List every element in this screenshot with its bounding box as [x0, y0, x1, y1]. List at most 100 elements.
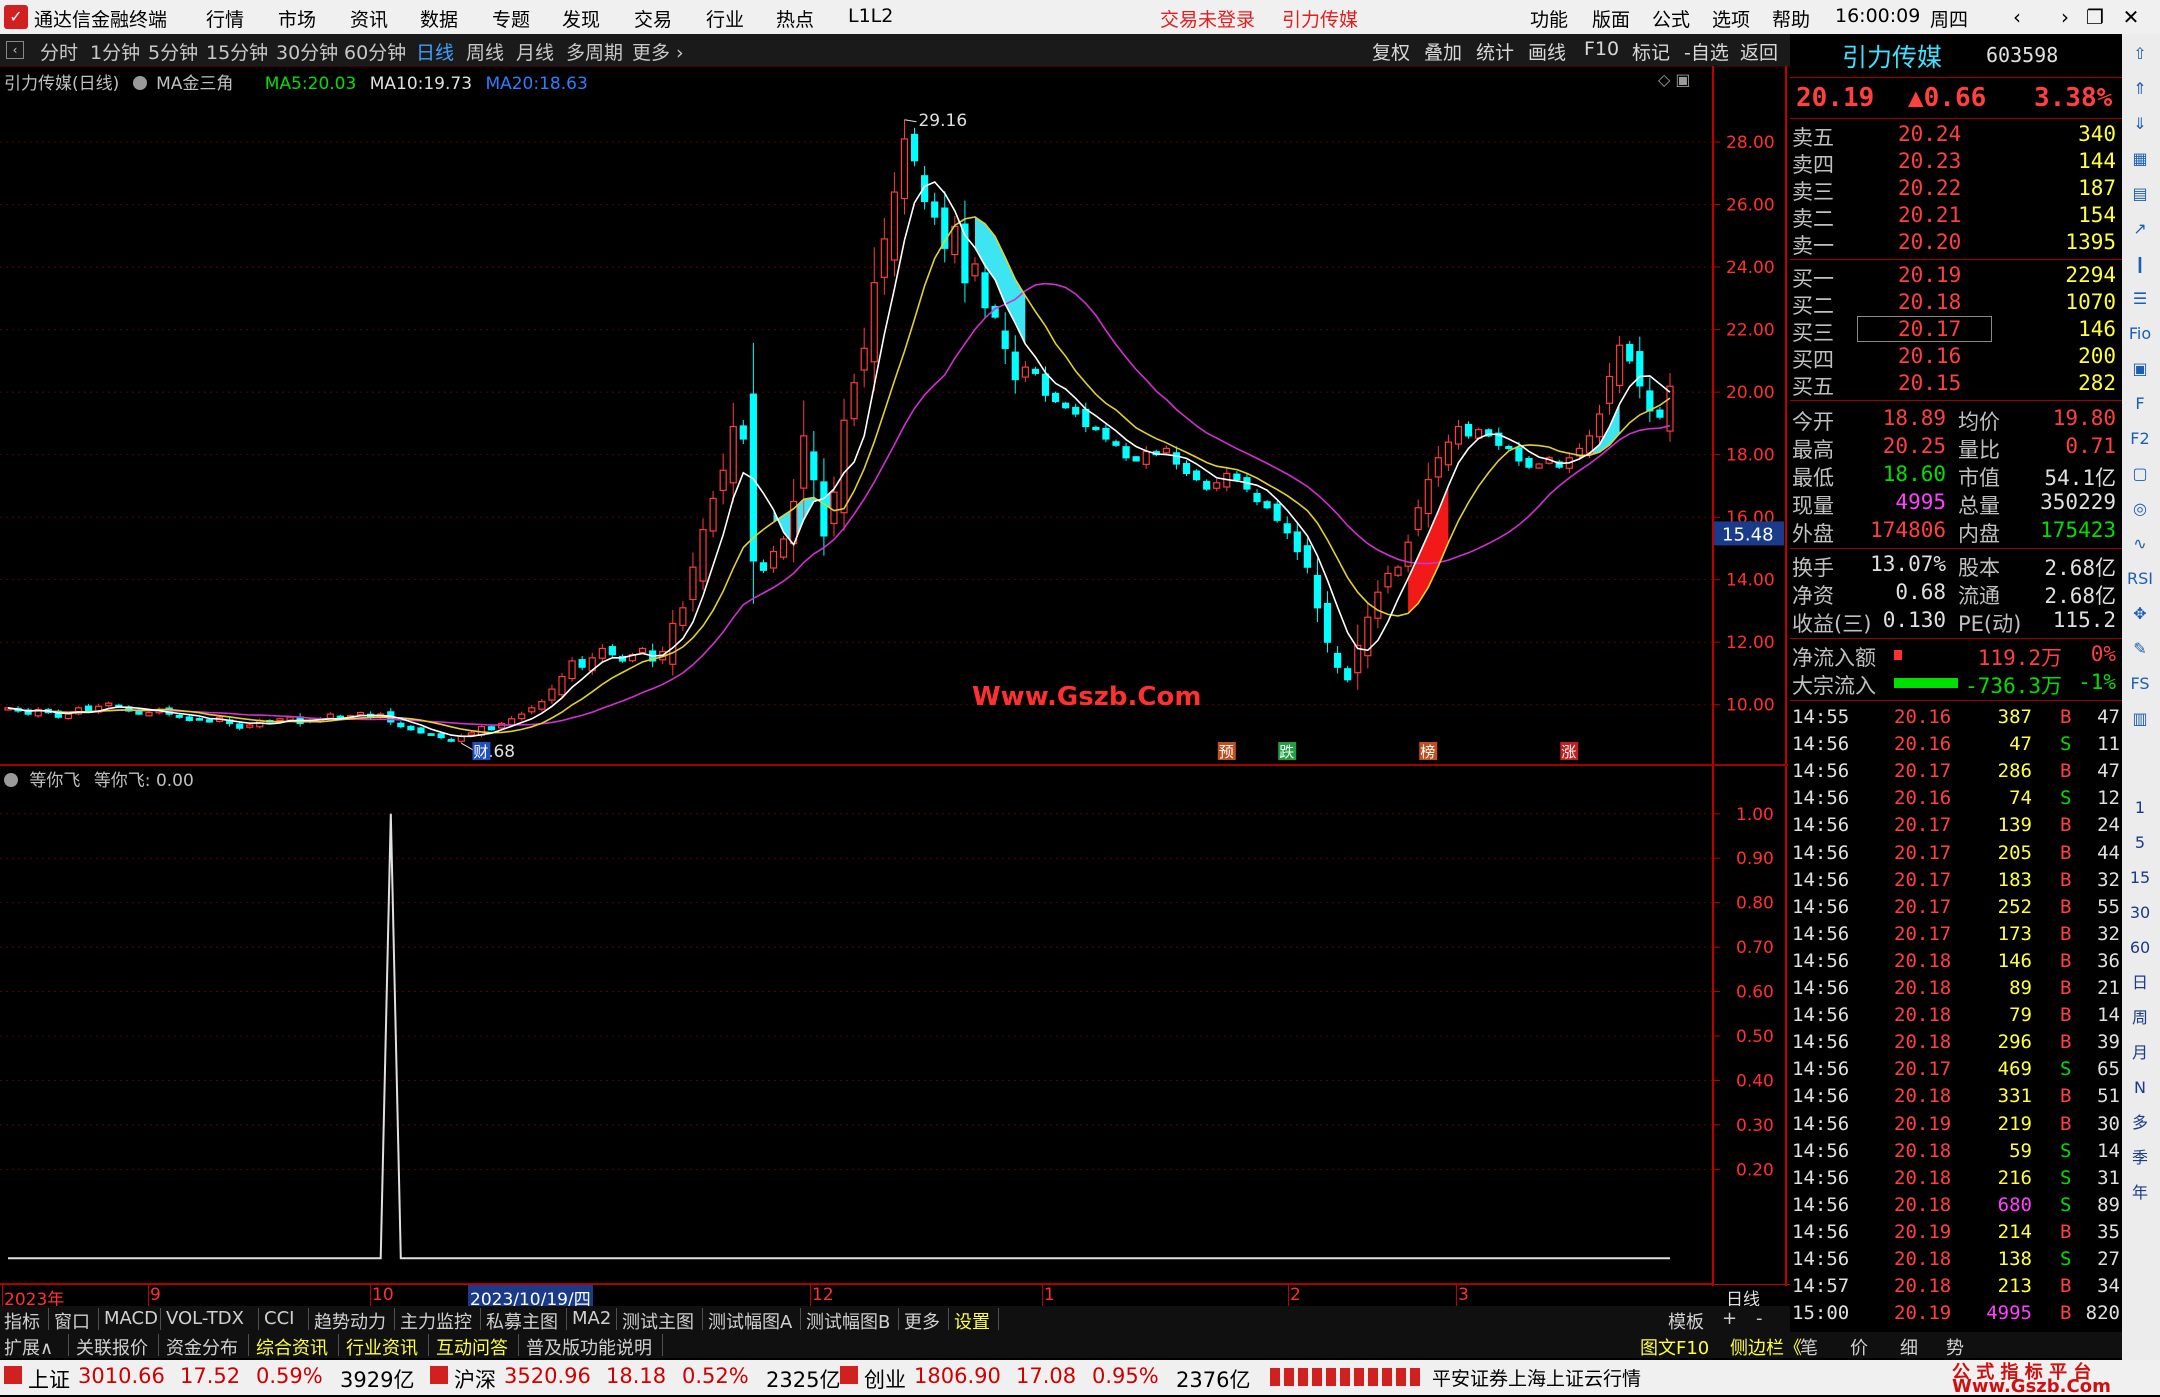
doc-icon[interactable]: F — [2126, 390, 2154, 418]
rsi-icon[interactable]: RSI — [2126, 565, 2154, 593]
right-menu-0[interactable]: 功能 — [1530, 5, 1568, 32]
indicator-name[interactable]: MA金三角 — [156, 74, 233, 94]
collapse-icon[interactable]: ‹ — [6, 41, 24, 59]
up-arrow-icon[interactable]: ⇧ — [2126, 40, 2154, 68]
right-menu-1[interactable]: 版面 — [1592, 5, 1630, 32]
tab-2[interactable]: MACD — [104, 1308, 158, 1329]
index-name[interactable]: 创业 — [864, 1364, 906, 1394]
period-3[interactable]: 15分钟 — [206, 38, 268, 65]
index-name[interactable]: 上证 — [28, 1364, 70, 1394]
news-icon[interactable]: ▣ — [2126, 355, 2154, 383]
fs-icon[interactable]: FS — [2126, 670, 2154, 698]
login-status[interactable]: 交易未登录 — [1160, 5, 1255, 32]
period-2[interactable]: 5分钟 — [148, 38, 198, 65]
tab-11[interactable]: 测试幅图B — [806, 1308, 890, 1334]
f2-icon[interactable]: F2 — [2126, 425, 2154, 453]
ext-tab-0[interactable]: 扩展∧ — [4, 1334, 53, 1360]
right-menu-3[interactable]: 选项 — [1712, 5, 1750, 32]
period-5[interactable]: 60分钟 — [344, 38, 406, 65]
menu-1[interactable]: 市场 — [278, 5, 316, 32]
side-period-0[interactable]: 1 — [2126, 794, 2154, 822]
tab-6[interactable]: 主力监控 — [400, 1308, 472, 1334]
forward-icon[interactable]: › — [2050, 4, 2080, 30]
index-name[interactable]: 沪深 — [454, 1364, 496, 1394]
table-icon[interactable]: ▤ — [2126, 180, 2154, 208]
ext-tab-right-2[interactable]: 笔 — [1800, 1334, 1818, 1360]
ext-tab-right-0[interactable]: 图文F10 — [1640, 1334, 1709, 1360]
period-0[interactable]: 分时 — [40, 38, 78, 65]
indicator-chart[interactable] — [0, 766, 1712, 1286]
tab-3[interactable]: VOL-TDX — [166, 1308, 244, 1329]
tab-right-2[interactable]: - — [1756, 1308, 1763, 1329]
menu-6[interactable]: 交易 — [634, 5, 672, 32]
ext-tab-2[interactable]: 资金分布 — [166, 1334, 238, 1360]
kline-chart[interactable]: 29.168.68财预跌榜涨 — [0, 66, 1712, 766]
side-period-5[interactable]: 日 — [2126, 969, 2154, 997]
toolbar-6[interactable]: -自选 — [1684, 38, 1729, 65]
move-icon[interactable]: ✥ — [2126, 600, 2154, 628]
list-icon[interactable]: ☰ — [2126, 285, 2154, 313]
side-period-4[interactable]: 60 — [2126, 934, 2154, 962]
ext-tab-4[interactable]: 行业资讯 — [346, 1334, 418, 1360]
ext-tab-right-1[interactable]: 侧边栏《 — [1730, 1334, 1802, 1360]
right-menu-4[interactable]: 帮助 — [1772, 5, 1810, 32]
side-period-3[interactable]: 30 — [2126, 899, 2154, 927]
clock-icon[interactable]: ◎ — [2126, 495, 2154, 523]
up-icon[interactable]: ⇑ — [2126, 75, 2154, 103]
line-chart-icon[interactable]: ↗ — [2126, 215, 2154, 243]
toolbar-4[interactable]: F10 — [1584, 38, 1619, 60]
period-1[interactable]: 1分钟 — [90, 38, 140, 65]
candle-icon[interactable]: ❙ — [2126, 250, 2154, 278]
ext-tab-5[interactable]: 互动问答 — [436, 1334, 508, 1360]
tab-right-0[interactable]: 模板 — [1668, 1308, 1704, 1334]
toolbar-2[interactable]: 统计 — [1476, 38, 1514, 65]
period-6[interactable]: 日线 — [416, 38, 454, 65]
indicator-menu-icon[interactable] — [132, 76, 147, 90]
tab-13[interactable]: 设置 — [954, 1308, 990, 1334]
menu-4[interactable]: 专题 — [492, 5, 530, 32]
toolbar-1[interactable]: 叠加 — [1424, 38, 1462, 65]
menu-7[interactable]: 行业 — [706, 5, 744, 32]
period-8[interactable]: 月线 — [516, 38, 554, 65]
tab-5[interactable]: 趋势动力 — [314, 1308, 386, 1334]
restore-icon[interactable]: ❐ — [2080, 4, 2110, 30]
tab-4[interactable]: CCI — [264, 1308, 294, 1329]
toolbar-0[interactable]: 复权 — [1372, 38, 1410, 65]
side-period-7[interactable]: 月 — [2126, 1039, 2154, 1067]
side-period-10[interactable]: 季 — [2126, 1144, 2154, 1172]
menu-8[interactable]: 热点 — [776, 5, 814, 32]
right-menu-2[interactable]: 公式 — [1652, 5, 1690, 32]
chart-icon[interactable]: ▦ — [2126, 145, 2154, 173]
tab-1[interactable]: 窗口 — [54, 1308, 90, 1334]
side-period-11[interactable]: 年 — [2126, 1179, 2154, 1207]
tab-0[interactable]: 指标 — [4, 1308, 40, 1334]
tab-9[interactable]: 测试主图 — [622, 1308, 694, 1334]
menu-9[interactable]: L1L2 — [848, 5, 893, 27]
side-period-9[interactable]: 多 — [2126, 1109, 2154, 1137]
side-period-1[interactable]: 5 — [2126, 829, 2154, 857]
chart-settings-icon[interactable]: ◇ ▣ — [1658, 70, 1691, 89]
pen-icon[interactable]: ✎ — [2126, 635, 2154, 663]
close-icon[interactable]: ✕ — [2116, 4, 2146, 30]
down-icon[interactable]: ⇓ — [2126, 110, 2154, 138]
menu-3[interactable]: 数据 — [420, 5, 458, 32]
f10-icon[interactable]: Fio — [2126, 320, 2154, 348]
ext-tab-1[interactable]: 关联报价 — [76, 1334, 148, 1360]
period-9[interactable]: 多周期 — [566, 38, 623, 65]
ext-tab-3[interactable]: 综合资讯 — [256, 1334, 328, 1360]
tab-7[interactable]: 私募主图 — [486, 1308, 558, 1334]
side-period-8[interactable]: N — [2126, 1074, 2154, 1102]
tab-10[interactable]: 测试幅图A — [708, 1308, 792, 1334]
period-4[interactable]: 30分钟 — [276, 38, 338, 65]
lock-icon[interactable]: ▢ — [2126, 460, 2154, 488]
ext-tab-6[interactable]: 普及版功能说明 — [526, 1334, 652, 1360]
tab-12[interactable]: 更多 — [904, 1308, 940, 1334]
ext-tab-right-5[interactable]: 势 — [1946, 1334, 1964, 1360]
period-7[interactable]: 周线 — [466, 38, 504, 65]
toolbar-5[interactable]: 标记 — [1632, 38, 1670, 65]
tab-8[interactable]: MA2 — [572, 1308, 611, 1329]
side-period-2[interactable]: 15 — [2126, 864, 2154, 892]
period-10[interactable]: 更多 › — [632, 38, 684, 65]
bars-icon[interactable]: ▥ — [2126, 705, 2154, 733]
wave-icon[interactable]: ∿ — [2126, 530, 2154, 558]
